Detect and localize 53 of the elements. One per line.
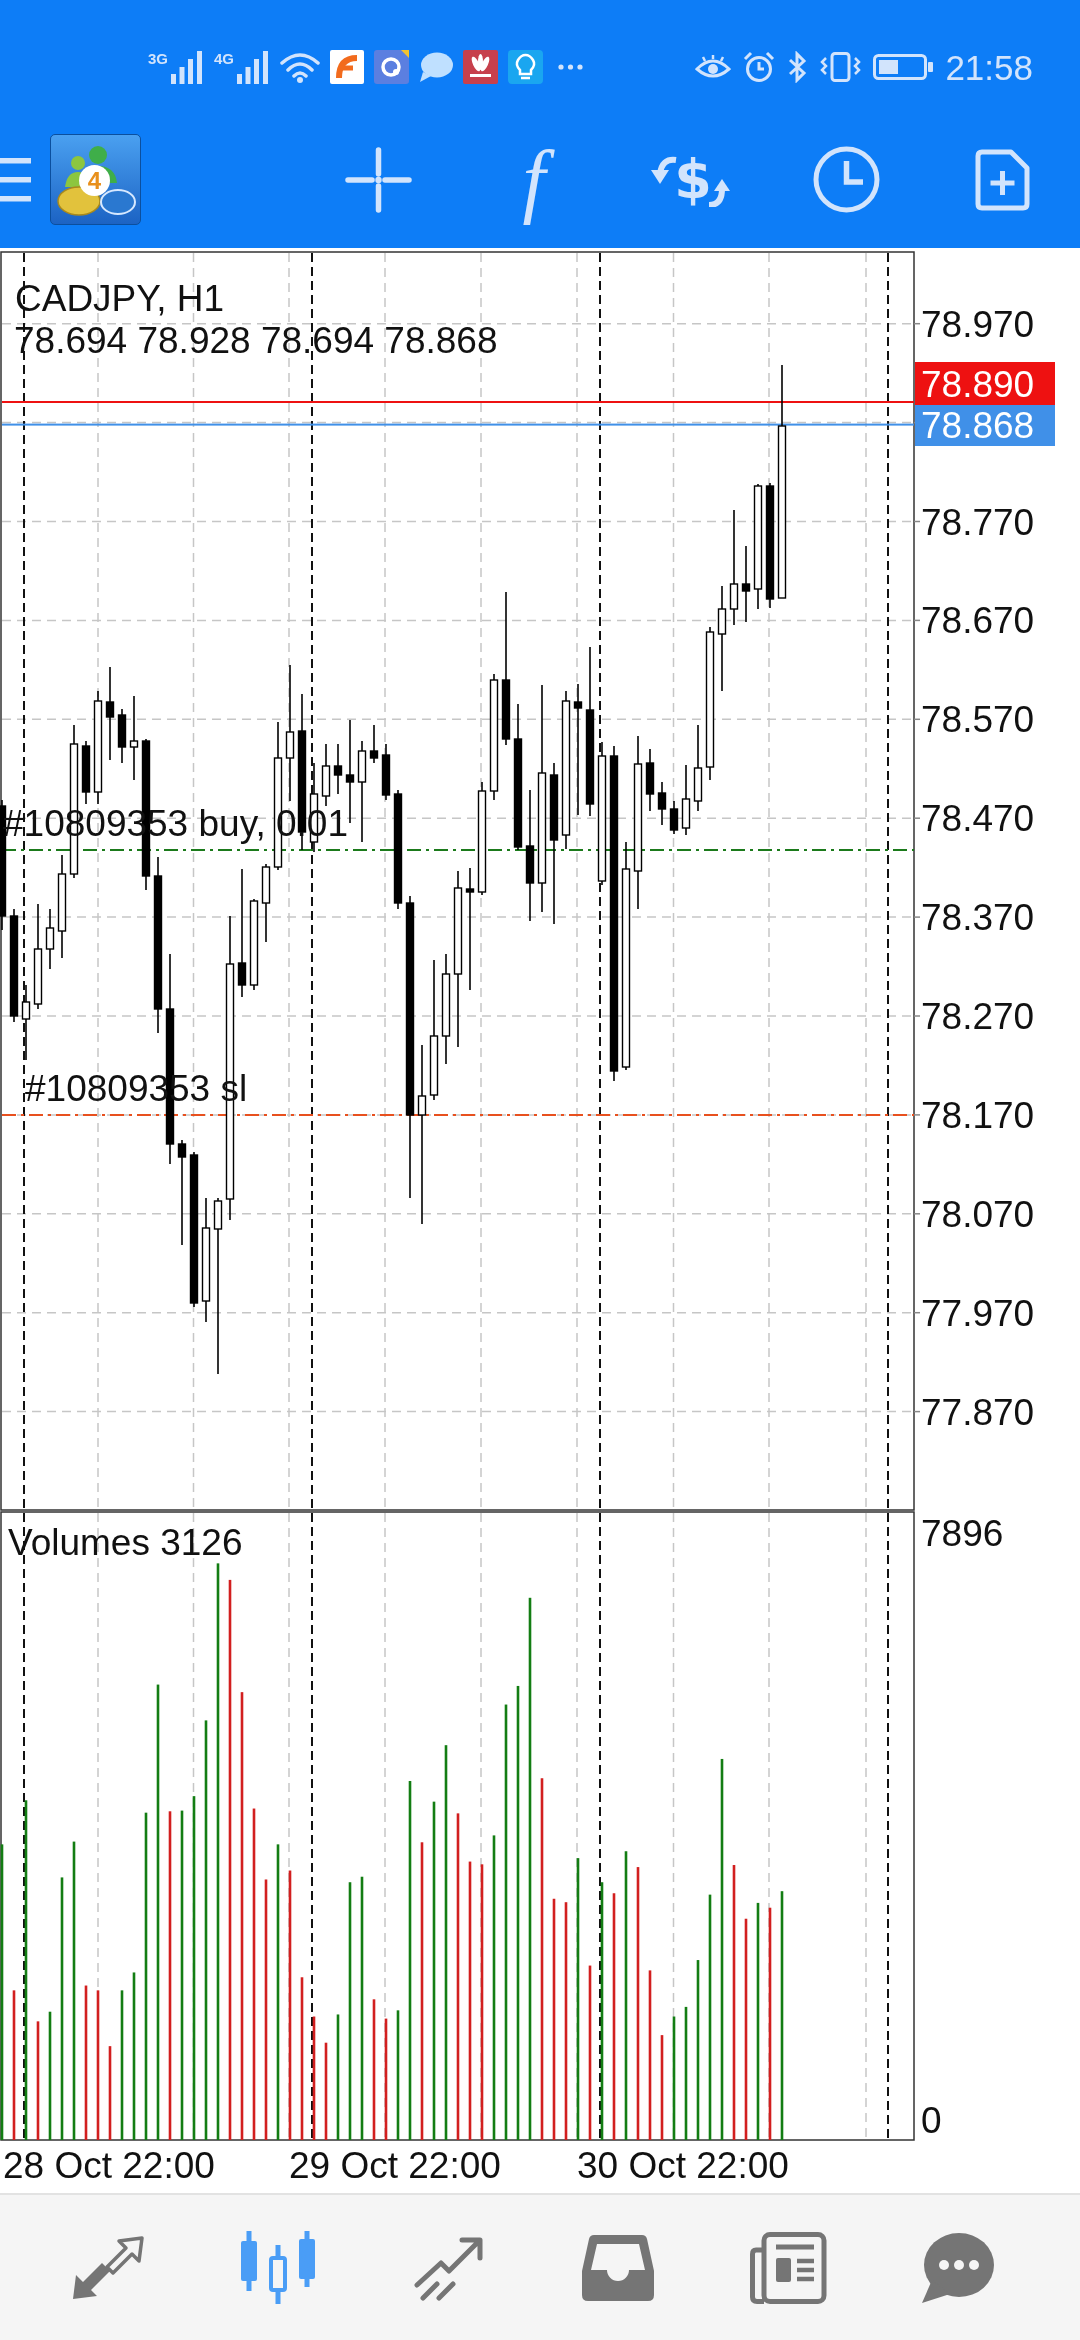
newspaper-icon: [749, 2231, 827, 2304]
chat-bubble-icon: [419, 52, 454, 82]
curved-arrow-icon: [707, 179, 730, 207]
signal-bars-icon: [171, 50, 202, 84]
app-logo[interactable]: 4: [50, 134, 141, 225]
status-time: 21:58: [945, 49, 1033, 85]
signal-bars-icon: [237, 50, 269, 84]
chat-bubble-icon: [922, 2232, 994, 2303]
volume-indicator-label: Volumes 3126: [8, 1522, 243, 1563]
trade-button[interactable]: $: [650, 134, 730, 225]
bluetooth-icon: [787, 51, 809, 83]
ask-price-tag: 78.890: [915, 362, 1055, 405]
curved-arrow-icon: [650, 154, 679, 184]
price-axis-label: 78.770: [921, 501, 1035, 543]
inbox-tray-icon: [582, 2234, 654, 2301]
price-axis-label: 78.570: [921, 699, 1035, 741]
eye-icon: [695, 54, 732, 80]
petal-tile-icon: [463, 50, 499, 84]
chart-symbol-title: CADJPY, H1: [15, 278, 225, 319]
candlestick-icon: [241, 2231, 315, 2304]
diagonal-arrows-icon: [72, 2234, 144, 2301]
price-axis-label: 78.070: [921, 1193, 1035, 1235]
time-axis-label: 29 Oct 22:00: [289, 2145, 501, 2186]
time-axis-label: 28 Oct 22:00: [3, 2145, 215, 2186]
price-axis-label: 78.670: [921, 600, 1035, 642]
menu-icon: [0, 157, 31, 202]
ohlc-values: 78.694 78.928 78.694 78.868: [14, 320, 498, 361]
bid-price-tag: 78.868: [915, 405, 1055, 446]
volume-axis-label: 0: [921, 2100, 942, 2141]
document-plus-icon: [974, 148, 1030, 211]
indicators-button[interactable]: f: [494, 134, 574, 225]
price-axis-label: 78.970: [921, 303, 1035, 345]
price-axis-label: 78.270: [921, 996, 1035, 1037]
lightbulb-icon: [508, 50, 544, 84]
network-type-label: 4G: [214, 50, 235, 66]
wifi-icon: [280, 51, 321, 83]
ring-tile-icon: [374, 50, 410, 84]
crosshair-icon: [344, 146, 412, 213]
swoosh-tile-icon: [330, 50, 365, 84]
time-axis-label: 30 Oct 22:00: [577, 2145, 789, 2186]
price-axis-label: 77.970: [921, 1292, 1035, 1334]
more-dots-icon: [558, 64, 584, 70]
vibrate-icon: [820, 52, 862, 82]
alarm-clock-icon: [743, 51, 776, 83]
price-axis-label: 78.470: [921, 798, 1035, 840]
network-type-label: 3G: [148, 50, 168, 66]
clock-icon: [812, 146, 880, 213]
price-axis-label: 78.170: [921, 1094, 1035, 1136]
price-axis-label: 78.370: [921, 897, 1035, 939]
dollar-symbol: $: [674, 152, 712, 207]
volume-axis-label: 7896: [921, 1513, 1004, 1554]
price-axis-label: 77.870: [921, 1391, 1035, 1433]
battery-icon: [873, 54, 934, 80]
